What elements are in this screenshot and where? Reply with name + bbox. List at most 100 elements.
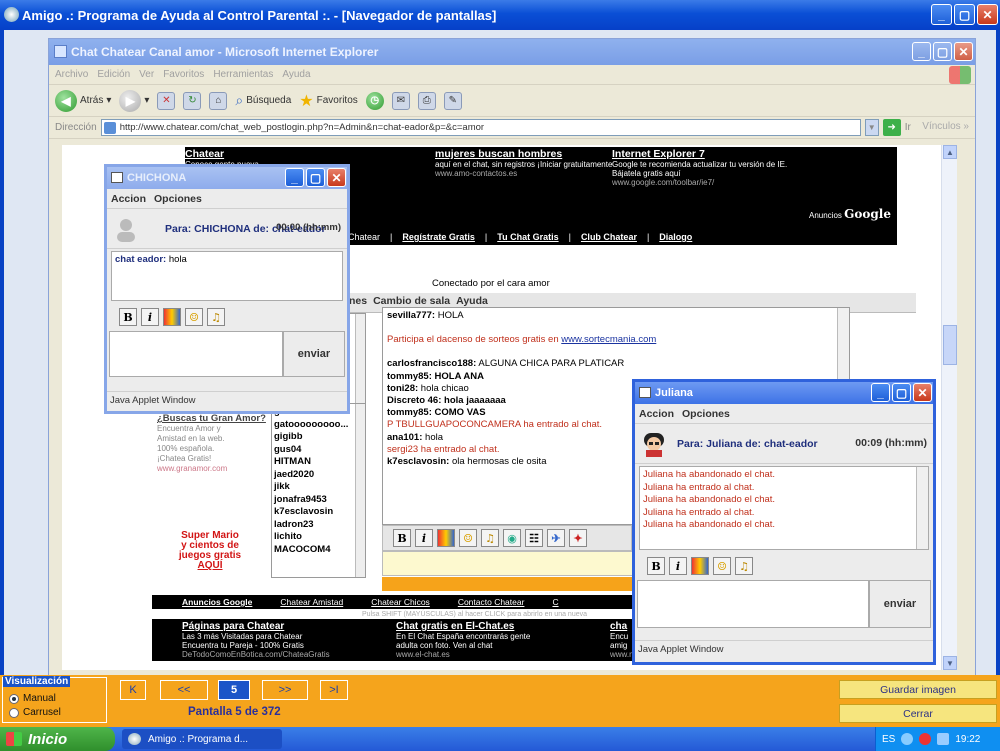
list-item[interactable]: jaed2020 bbox=[274, 469, 363, 482]
ads-by-google[interactable]: Anuncios Google bbox=[809, 207, 891, 221]
chichona-minimize-button[interactable]: _ bbox=[285, 168, 304, 187]
list-item[interactable]: lichito bbox=[274, 531, 363, 544]
chichona-maximize-button[interactable]: ▢ bbox=[306, 168, 325, 187]
back-button[interactable]: ◀ Atrás ▾ bbox=[55, 89, 111, 112]
music-icon[interactable]: ♫ bbox=[207, 308, 225, 326]
ie-minimize-button[interactable]: _ bbox=[912, 42, 931, 61]
menu-herramientas[interactable]: Herramientas bbox=[213, 69, 273, 80]
juliana-close-button[interactable]: ✕ bbox=[913, 383, 932, 402]
forward-button[interactable]: ▶ ▾ bbox=[119, 89, 149, 112]
ad-ie7[interactable]: Internet Explorer 7 Google te recomienda… bbox=[612, 149, 812, 188]
message-user[interactable]: carlosfrancisco188: bbox=[387, 358, 476, 369]
juliana-message-input[interactable] bbox=[637, 580, 869, 628]
ie-maximize-button[interactable]: ▢ bbox=[933, 42, 952, 61]
music-icon[interactable]: ♫ bbox=[481, 529, 499, 547]
juliana-maximize-button[interactable]: ▢ bbox=[892, 383, 911, 402]
carrusel-radio[interactable]: Carrusel bbox=[9, 707, 61, 718]
list-item[interactable]: jikk bbox=[274, 481, 363, 494]
juliana-messages-scrollbar[interactable] bbox=[916, 467, 928, 549]
juliana-send-button[interactable]: enviar bbox=[869, 580, 931, 628]
footer-link[interactable]: Contacto Chatear bbox=[458, 597, 525, 607]
language-indicator[interactable]: ES bbox=[882, 734, 895, 745]
chat-menu-opciones[interactable]: nes bbox=[349, 295, 367, 311]
chichona-menu-accion[interactable]: Accion bbox=[111, 193, 146, 205]
page-scrollbar[interactable]: ▲ ▼ bbox=[941, 145, 957, 670]
home-icon[interactable]: ⌂ bbox=[209, 91, 228, 110]
juliana-menu-opciones[interactable]: Opciones bbox=[682, 408, 730, 420]
menu-ver[interactable]: Ver bbox=[139, 69, 154, 80]
bold-button[interactable]: B bbox=[393, 529, 411, 547]
left-ad-gran-amor[interactable]: ¿Buscas tu Gran Amor? Encuentra Amor y A… bbox=[157, 413, 269, 474]
nav-tu-chat[interactable]: Tu Chat Gratis bbox=[497, 232, 558, 242]
nav-chatear[interactable]: Chatear bbox=[348, 232, 380, 242]
menu-edicion[interactable]: Edición bbox=[97, 69, 130, 80]
list-item[interactable]: gatooooooooo... bbox=[274, 419, 363, 432]
footer-ads-google[interactable]: Anuncios Google bbox=[182, 597, 252, 607]
outer-minimize-button[interactable]: _ bbox=[931, 4, 952, 25]
favorites-button[interactable]: ★ Favoritos bbox=[299, 91, 357, 111]
go-button[interactable]: ➜ bbox=[882, 119, 901, 136]
message-user[interactable]: Discreto 46: bbox=[387, 395, 441, 406]
next-page-button[interactable]: >> bbox=[262, 680, 308, 700]
history-icon[interactable]: ◷ bbox=[365, 91, 384, 110]
chichona-menu-opciones[interactable]: Opciones bbox=[154, 193, 202, 205]
bottom-ad-el-chat[interactable]: Chat gratis en El-Chat.es En El Chat Esp… bbox=[396, 621, 530, 659]
taskbar-item-amigo[interactable]: Amigo .: Programa d... bbox=[122, 729, 282, 749]
juliana-menu-accion[interactable]: Accion bbox=[639, 408, 674, 420]
save-image-button[interactable]: Guardar imagen bbox=[839, 680, 997, 699]
list-item[interactable]: k7esclavosin bbox=[274, 506, 363, 519]
menu-favoritos[interactable]: Favoritos bbox=[163, 69, 204, 80]
prev-page-button[interactable]: << bbox=[160, 680, 208, 700]
edit-icon[interactable]: ✎ bbox=[443, 91, 462, 110]
italic-button[interactable]: i bbox=[415, 529, 433, 547]
ie-close-button[interactable]: ✕ bbox=[954, 42, 973, 61]
juliana-minimize-button[interactable]: _ bbox=[871, 383, 890, 402]
message-user[interactable]: ana101: bbox=[387, 432, 422, 443]
super-mario-link[interactable]: AQUÍ bbox=[170, 561, 250, 571]
start-button[interactable]: Inicio bbox=[0, 727, 115, 751]
list-item[interactable]: MACOCOM4 bbox=[274, 544, 363, 557]
user-list[interactable]: gaoo1? gatooooooooo... gigibb gus04 HITM… bbox=[271, 403, 366, 578]
color-picker-icon[interactable] bbox=[691, 557, 709, 575]
list-item[interactable]: gigibb bbox=[274, 431, 363, 444]
message-user[interactable]: k7esclavosin: bbox=[387, 456, 449, 467]
color-picker-icon[interactable] bbox=[163, 308, 181, 326]
refresh-icon[interactable]: ↻ bbox=[183, 91, 202, 110]
message-user[interactable]: sevilla777: bbox=[387, 310, 435, 321]
message-user[interactable]: tommy85: bbox=[387, 371, 432, 382]
volume-icon[interactable] bbox=[937, 733, 950, 745]
list-item[interactable]: jonafra9453 bbox=[274, 494, 363, 507]
bottom-ad-paginas[interactable]: Páginas para Chatear Las 3 más Visitadas… bbox=[182, 621, 330, 659]
menu-archivo[interactable]: Archivo bbox=[55, 69, 88, 80]
chichona-send-button[interactable]: enviar bbox=[283, 331, 345, 377]
webcam-icon[interactable]: ◉ bbox=[503, 529, 521, 547]
url-input[interactable]: http://www.chatear.com/chat_web_postlogi… bbox=[100, 119, 861, 136]
security-icon[interactable] bbox=[919, 733, 932, 745]
nav-dialogo[interactable]: Dialogo bbox=[659, 232, 692, 242]
smiley-icon[interactable]: ☺ bbox=[185, 308, 203, 326]
close-button[interactable]: Cerrar bbox=[839, 704, 997, 723]
print-icon[interactable]: ⎙ bbox=[417, 91, 436, 110]
super-mario-ad[interactable]: Super Mario y cientos de juegos gratis A… bbox=[170, 531, 250, 571]
search-button[interactable]: ⌕ Búsqueda bbox=[235, 92, 291, 109]
message-user[interactable]: tommy85: bbox=[387, 407, 432, 418]
italic-button[interactable]: i bbox=[669, 557, 687, 575]
links-button[interactable]: Vínculos » bbox=[922, 121, 969, 132]
last-page-button[interactable]: >I bbox=[320, 680, 348, 700]
music-icon[interactable]: ♫ bbox=[735, 557, 753, 575]
list-item[interactable]: ladron23 bbox=[274, 519, 363, 532]
list-item[interactable]: gus04 bbox=[274, 444, 363, 457]
scroll-thumb[interactable] bbox=[943, 325, 957, 365]
outer-maximize-button[interactable]: ▢ bbox=[954, 4, 975, 25]
scroll-up-icon[interactable]: ▲ bbox=[943, 145, 957, 159]
message-user[interactable]: toni28: bbox=[387, 383, 418, 394]
footer-link[interactable]: Chatear Chicos bbox=[371, 597, 430, 607]
user-list-scrollbar[interactable] bbox=[355, 314, 365, 403]
outer-close-button[interactable]: ✕ bbox=[977, 4, 998, 25]
nav-registrate[interactable]: Regístrate Gratis bbox=[402, 232, 475, 242]
footer-link[interactable]: Chatear Amistad bbox=[280, 597, 343, 607]
network-icon[interactable] bbox=[901, 733, 914, 745]
color-picker-icon[interactable] bbox=[437, 529, 455, 547]
smiley-icon[interactable]: ☺ bbox=[713, 557, 731, 575]
stop-icon[interactable]: ✕ bbox=[157, 91, 176, 110]
